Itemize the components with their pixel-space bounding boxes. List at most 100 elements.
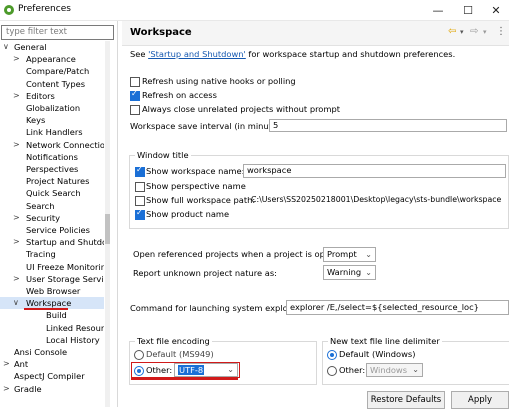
tree-item-label: Notifications bbox=[26, 151, 78, 162]
tree-item[interactable]: > User Storage Service bbox=[0, 273, 104, 285]
chevron-right-icon[interactable]: > bbox=[13, 139, 20, 151]
tree-item-label: Link Handlers bbox=[26, 127, 83, 138]
forward-arrow-icon[interactable]: ⇨ bbox=[470, 26, 478, 37]
explorer-command-input[interactable]: explorer /E,/select=${selected_resource_… bbox=[286, 300, 509, 315]
open-referenced-combo[interactable]: Prompt ⌄ bbox=[323, 247, 376, 262]
save-interval-input[interactable]: 5 bbox=[269, 119, 507, 132]
tree-item-label: General bbox=[14, 42, 47, 52]
tree-item-label: Ant bbox=[14, 359, 29, 370]
tree-item[interactable]: Perspectives bbox=[0, 163, 104, 175]
chevron-down-icon[interactable]: ∨ bbox=[3, 41, 9, 53]
maximize-button[interactable]: ☐ bbox=[454, 1, 482, 19]
tree-item[interactable]: UI Freeze Monitoring bbox=[0, 261, 104, 273]
tree-item-label: Perspectives bbox=[26, 164, 79, 174]
delimiter-default-radio[interactable] bbox=[327, 350, 337, 360]
tree-item[interactable]: > Ant bbox=[0, 358, 104, 370]
delimiter-other-label: Other: bbox=[339, 365, 366, 375]
tree-item-label: Globalization bbox=[26, 103, 81, 113]
close-unrelated-checkbox[interactable] bbox=[130, 105, 140, 115]
preferences-tree: ∨ General > Appearance Compare/Patch Content … bbox=[0, 41, 104, 407]
tree-item[interactable]: Tracing bbox=[0, 248, 104, 260]
tree-item-label: Project Natures bbox=[26, 176, 90, 187]
chevron-down-icon: ⌄ bbox=[365, 250, 372, 259]
forward-menu-icon[interactable]: ▾ bbox=[483, 28, 487, 36]
tree-item[interactable]: > Gradle bbox=[0, 383, 104, 395]
highlight-annotation bbox=[131, 362, 240, 378]
tree-item[interactable]: > Editors bbox=[0, 90, 104, 102]
tree-item[interactable]: Build bbox=[0, 309, 104, 321]
show-full-path-checkbox[interactable] bbox=[135, 196, 145, 206]
tree-item-label: Network Connection bbox=[26, 139, 104, 150]
close-button[interactable]: ✕ bbox=[482, 1, 509, 19]
title-bar: Preferences — ☐ ✕ bbox=[0, 0, 509, 21]
tree-item-label: Service Policies bbox=[26, 225, 90, 235]
delimiter-other-radio[interactable] bbox=[327, 366, 337, 376]
encoding-default-radio[interactable] bbox=[134, 350, 144, 360]
refresh-native-label: Refresh using native hooks or polling bbox=[142, 76, 296, 86]
startup-shutdown-link[interactable]: 'Startup and Shutdown' bbox=[148, 49, 246, 59]
chevron-down-icon[interactable]: ∨ bbox=[13, 297, 19, 309]
tree-item[interactable]: Service Policies bbox=[0, 224, 104, 236]
chevron-down-icon: ⌄ bbox=[365, 268, 372, 277]
tree-item[interactable]: ∨ General bbox=[0, 41, 104, 53]
tree-item[interactable]: Compare/Patch bbox=[0, 65, 104, 77]
show-workspace-name-checkbox[interactable] bbox=[135, 165, 145, 177]
filter-placeholder: type filter text bbox=[6, 27, 67, 37]
tree-item[interactable]: Quick Search bbox=[0, 187, 104, 199]
tree-item-label: Search bbox=[26, 200, 55, 211]
back-arrow-icon[interactable]: ⇦ bbox=[448, 26, 456, 37]
tree-item[interactable]: Link Handlers bbox=[0, 126, 104, 138]
chevron-right-icon[interactable]: > bbox=[3, 383, 10, 395]
show-product-checkbox[interactable] bbox=[135, 208, 145, 220]
tree-item[interactable]: ∨ Workspace bbox=[0, 297, 104, 311]
tree-item-label: Appearance bbox=[26, 54, 76, 65]
restore-defaults-button[interactable]: Restore Defaults bbox=[367, 391, 445, 409]
tree-item[interactable]: AspectJ Compiler bbox=[0, 370, 104, 382]
tree-item[interactable]: Local History bbox=[0, 334, 104, 346]
show-workspace-name-label: Show workspace name: bbox=[146, 166, 245, 176]
show-perspective-checkbox[interactable] bbox=[135, 182, 145, 192]
tree-item[interactable]: Keys bbox=[0, 114, 104, 126]
unknown-nature-combo[interactable]: Warning ⌄ bbox=[323, 265, 376, 280]
back-menu-icon[interactable]: ▾ bbox=[460, 28, 464, 36]
chevron-right-icon[interactable]: > bbox=[3, 358, 10, 370]
refresh-access-label: Refresh on access bbox=[142, 90, 217, 100]
tree-item-label: UI Freeze Monitoring bbox=[26, 261, 104, 272]
app-icon bbox=[4, 5, 14, 15]
tree-item-label: Build bbox=[46, 310, 67, 321]
delimiter-combo[interactable]: Windows ⌄ bbox=[366, 363, 423, 377]
tree-item-label: Compare/Patch bbox=[26, 66, 90, 77]
chevron-right-icon[interactable]: > bbox=[13, 236, 20, 248]
close-unrelated-label: Always close unrelated projects without … bbox=[142, 104, 340, 114]
tree-item[interactable]: > Appearance bbox=[0, 53, 104, 65]
tree-item[interactable]: > Security bbox=[0, 212, 104, 224]
tree-item[interactable]: Web Browser bbox=[0, 285, 104, 297]
refresh-access-checkbox[interactable] bbox=[130, 89, 140, 101]
window-title: Preferences bbox=[18, 4, 71, 14]
view-menu-icon[interactable]: ⋮ bbox=[496, 26, 506, 37]
tree-item-label: Tracing bbox=[26, 249, 56, 260]
tree-item[interactable]: Ansi Console bbox=[0, 346, 104, 358]
tree-item-label: Local History bbox=[46, 334, 100, 345]
tree-item[interactable]: Globalization bbox=[0, 102, 104, 114]
tree-item[interactable]: Project Natures bbox=[0, 175, 104, 187]
save-interval-label: Workspace save interval (in minutes): bbox=[130, 121, 288, 131]
apply-button[interactable]: Apply bbox=[451, 391, 509, 409]
tree-item[interactable]: Search bbox=[0, 200, 104, 212]
tree-item[interactable]: Notifications bbox=[0, 151, 104, 163]
tree-item-label: Startup and Shutdow bbox=[26, 237, 104, 248]
refresh-native-checkbox[interactable] bbox=[130, 77, 140, 87]
tree-item[interactable]: Content Types bbox=[0, 78, 104, 90]
chevron-right-icon[interactable]: > bbox=[13, 90, 20, 102]
tree-item[interactable]: > Network Connection bbox=[0, 139, 104, 151]
chevron-right-icon[interactable]: > bbox=[13, 212, 20, 224]
filter-input[interactable]: type filter text bbox=[1, 25, 114, 40]
tree-item[interactable]: > Startup and Shutdow bbox=[0, 236, 104, 248]
show-perspective-label: Show perspective name bbox=[146, 181, 246, 191]
minimize-button[interactable]: — bbox=[424, 1, 452, 19]
workspace-name-input[interactable]: workspace bbox=[243, 164, 506, 178]
chevron-right-icon[interactable]: > bbox=[13, 273, 20, 285]
tree-scrollbar-thumb[interactable] bbox=[105, 214, 110, 244]
tree-item[interactable]: Linked Resources bbox=[0, 322, 104, 334]
chevron-right-icon[interactable]: > bbox=[13, 53, 20, 65]
